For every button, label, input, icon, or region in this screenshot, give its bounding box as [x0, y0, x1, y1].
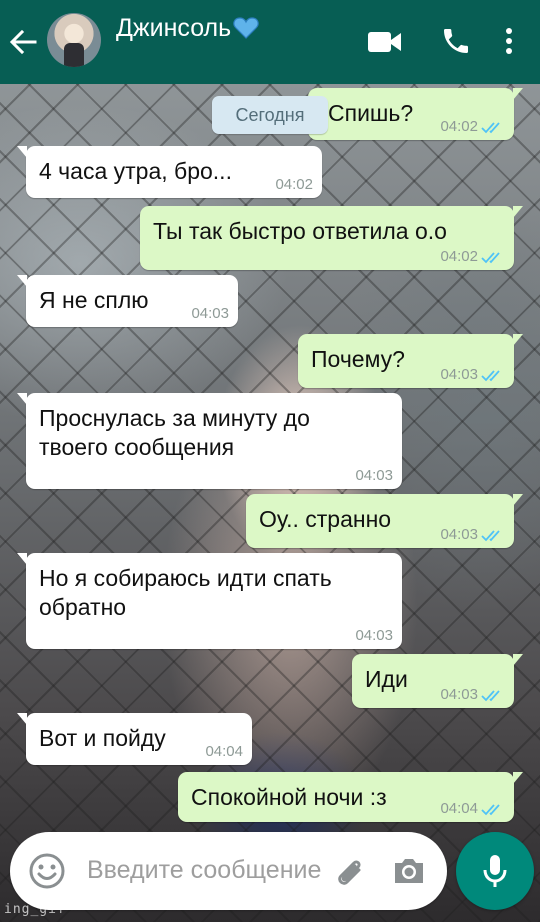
- message-bubble-outgoing[interactable]: Спокойной ночи :з 04:04: [178, 772, 523, 822]
- message-meta: 04:02: [440, 248, 505, 265]
- message-time: 04:02: [275, 176, 313, 193]
- message-bubble-incoming[interactable]: 4 часа утра, бро... 04:02: [17, 146, 322, 198]
- double-check-icon: [481, 121, 500, 133]
- double-check-icon: [481, 529, 500, 541]
- message-bubble-outgoing[interactable]: Почему? 04:03: [298, 334, 523, 388]
- message-bubble-incoming[interactable]: Но я собираюсь идти спать обратно 04:03: [17, 553, 402, 649]
- emoji-button[interactable]: [28, 852, 66, 890]
- more-vert-icon: [506, 28, 512, 54]
- message-bubble-outgoing[interactable]: Спишь? 04:02: [308, 88, 523, 140]
- message-time: 04:04: [205, 743, 243, 760]
- blue-heart-icon: [233, 16, 259, 47]
- message-time: 04:04: [440, 800, 478, 817]
- message-time: 04:02: [440, 248, 478, 265]
- message-text: Оу.. странно: [259, 506, 392, 532]
- attach-icon: [338, 860, 361, 885]
- message-bubble-incoming[interactable]: Я не сплю 04:03: [17, 275, 238, 327]
- emoji-icon: [29, 853, 65, 889]
- message-bubble-outgoing[interactable]: Оу.. странно 04:03: [246, 494, 523, 548]
- back-arrow-icon: [9, 29, 37, 55]
- contact-name-text: Джинсоль: [116, 14, 232, 42]
- message-time: 04:03: [355, 627, 393, 644]
- video-call-icon: [368, 32, 401, 52]
- message-text: Спишь?: [328, 100, 414, 126]
- message-text: Ты так быстро ответила о.о: [153, 218, 447, 244]
- camera-button[interactable]: [392, 854, 426, 888]
- message-time: 04:03: [191, 305, 229, 322]
- message-text-line-2: обратно: [39, 594, 127, 620]
- message-text: Я не сплю: [39, 287, 149, 313]
- message-text: Иди: [365, 666, 408, 692]
- message-bubble-incoming[interactable]: Вот и пойду 04:04: [17, 713, 252, 765]
- double-check-icon: [481, 689, 500, 701]
- message-meta: 04:02: [440, 118, 505, 135]
- message-meta: 04:02: [275, 176, 313, 193]
- mic-icon: [483, 855, 507, 887]
- message-bubble-outgoing[interactable]: Ты так быстро ответила о.о 04:02: [140, 206, 523, 270]
- message-text-line-1: Проснулась за минуту до: [39, 405, 310, 431]
- voice-call-button[interactable]: [440, 25, 472, 57]
- double-check-icon: [481, 803, 500, 815]
- message-text-line-1: Но я собираюсь идти спать: [39, 565, 332, 591]
- message-input[interactable]: Введите сообщение: [87, 856, 321, 885]
- message-text: Почему?: [311, 346, 405, 372]
- message-text: Спокойной ночи :з: [191, 784, 387, 810]
- camera-icon: [395, 859, 423, 883]
- message-bubble-outgoing[interactable]: Иди 04:03: [352, 654, 523, 708]
- message-meta: 04:03: [355, 467, 393, 484]
- voice-record-button[interactable]: [456, 832, 534, 910]
- attach-button[interactable]: [332, 854, 368, 890]
- back-button[interactable]: [8, 28, 38, 56]
- phone-icon: [444, 29, 468, 53]
- more-options-button[interactable]: [500, 26, 518, 56]
- message-text: Вот и пойду: [39, 725, 166, 751]
- date-divider: Сегодня: [212, 96, 328, 134]
- message-meta: 04:03: [191, 305, 229, 322]
- message-text: 4 часа утра, бро...: [39, 158, 232, 184]
- message-meta: 04:03: [355, 627, 393, 644]
- contact-avatar[interactable]: [47, 13, 101, 67]
- double-check-icon: [481, 251, 500, 263]
- message-meta: 04:04: [440, 800, 505, 817]
- message-text-line-2: твоего сообщения: [39, 434, 235, 460]
- message-time: 04:03: [440, 686, 478, 703]
- double-check-icon: [481, 369, 500, 381]
- chat-header: Джинсоль: [0, 0, 540, 84]
- message-time: 04:03: [355, 467, 393, 484]
- video-call-button[interactable]: [367, 30, 403, 54]
- message-meta: 04:03: [440, 366, 505, 383]
- message-meta: 04:03: [440, 526, 505, 543]
- message-composer[interactable]: Введите сообщение: [10, 832, 447, 910]
- message-time: 04:03: [440, 366, 478, 383]
- message-bubble-incoming[interactable]: Проснулась за минуту до твоего сообщения…: [17, 393, 402, 489]
- message-time: 04:02: [440, 118, 478, 135]
- message-time: 04:03: [440, 526, 478, 543]
- message-meta: 04:04: [205, 743, 243, 760]
- contact-name[interactable]: Джинсоль: [116, 14, 259, 47]
- message-meta: 04:03: [440, 686, 505, 703]
